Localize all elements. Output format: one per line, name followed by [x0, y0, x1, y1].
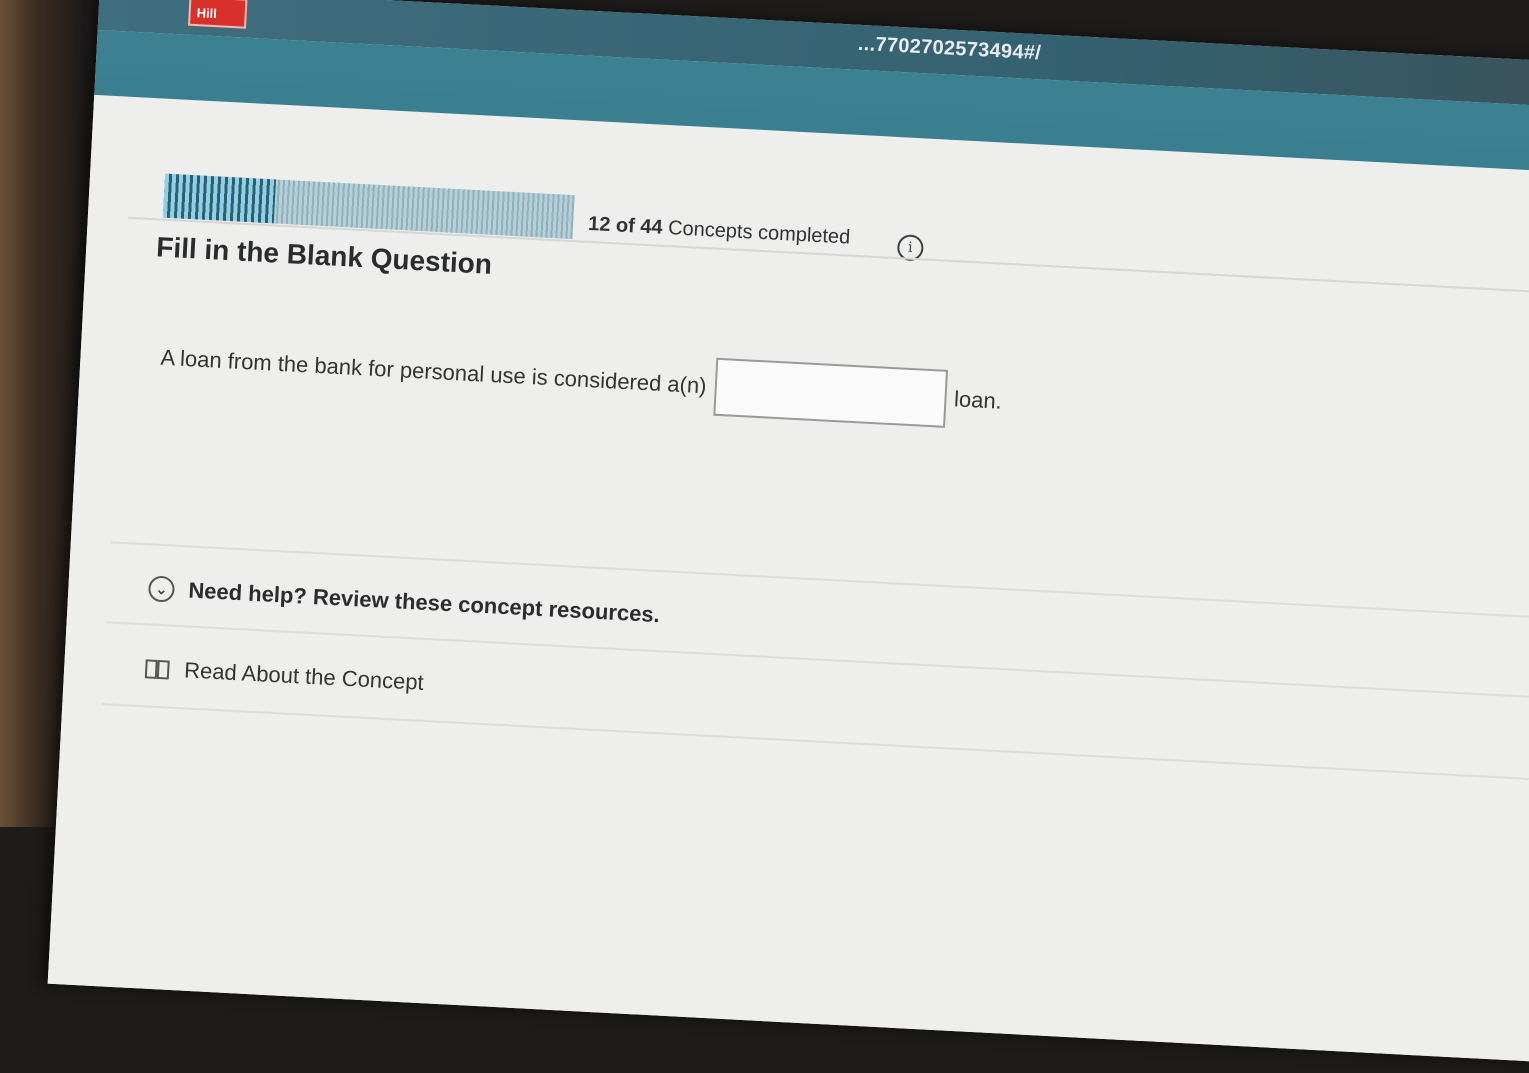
question-text-before: A loan from the bank for personal use is…: [159, 344, 708, 399]
progress-caption: Concepts completed: [667, 217, 851, 249]
divider: [102, 703, 1529, 789]
progress-completed: 12: [587, 212, 611, 237]
book-icon: [144, 659, 170, 680]
read-about-concept-link[interactable]: Read About the Concept: [144, 655, 425, 696]
concept-resources-panel: ⌄ Need help? Review these concept resour…: [102, 541, 1529, 789]
question-panel: 12 of 44 Concepts completed i Fill in th…: [47, 94, 1529, 1073]
need-help-label: Need help? Review these concept resource…: [187, 577, 661, 628]
question-title: Fill in the Blank Question: [155, 231, 493, 280]
read-about-concept-label: Read About the Concept: [183, 657, 425, 695]
browser-window: Hill ...7702702573494#/ 12 of 44 Concept…: [47, 0, 1529, 1073]
question-sentence: A loan from the bank for personal use is…: [159, 329, 1003, 431]
question-text-after: loan.: [953, 386, 1003, 414]
progress-total: 44: [639, 215, 664, 239]
progress-of: of: [615, 214, 636, 238]
fill-in-blank-input[interactable]: [712, 357, 948, 428]
mcgraw-hill-logo[interactable]: Hill: [187, 0, 248, 29]
need-help-toggle[interactable]: ⌄ Need help? Review these concept resour…: [147, 575, 661, 628]
chevron-down-icon[interactable]: ⌄: [147, 575, 176, 603]
progress-fill: [162, 173, 276, 224]
url-fragment[interactable]: ...7702702573494#/: [857, 33, 1041, 66]
